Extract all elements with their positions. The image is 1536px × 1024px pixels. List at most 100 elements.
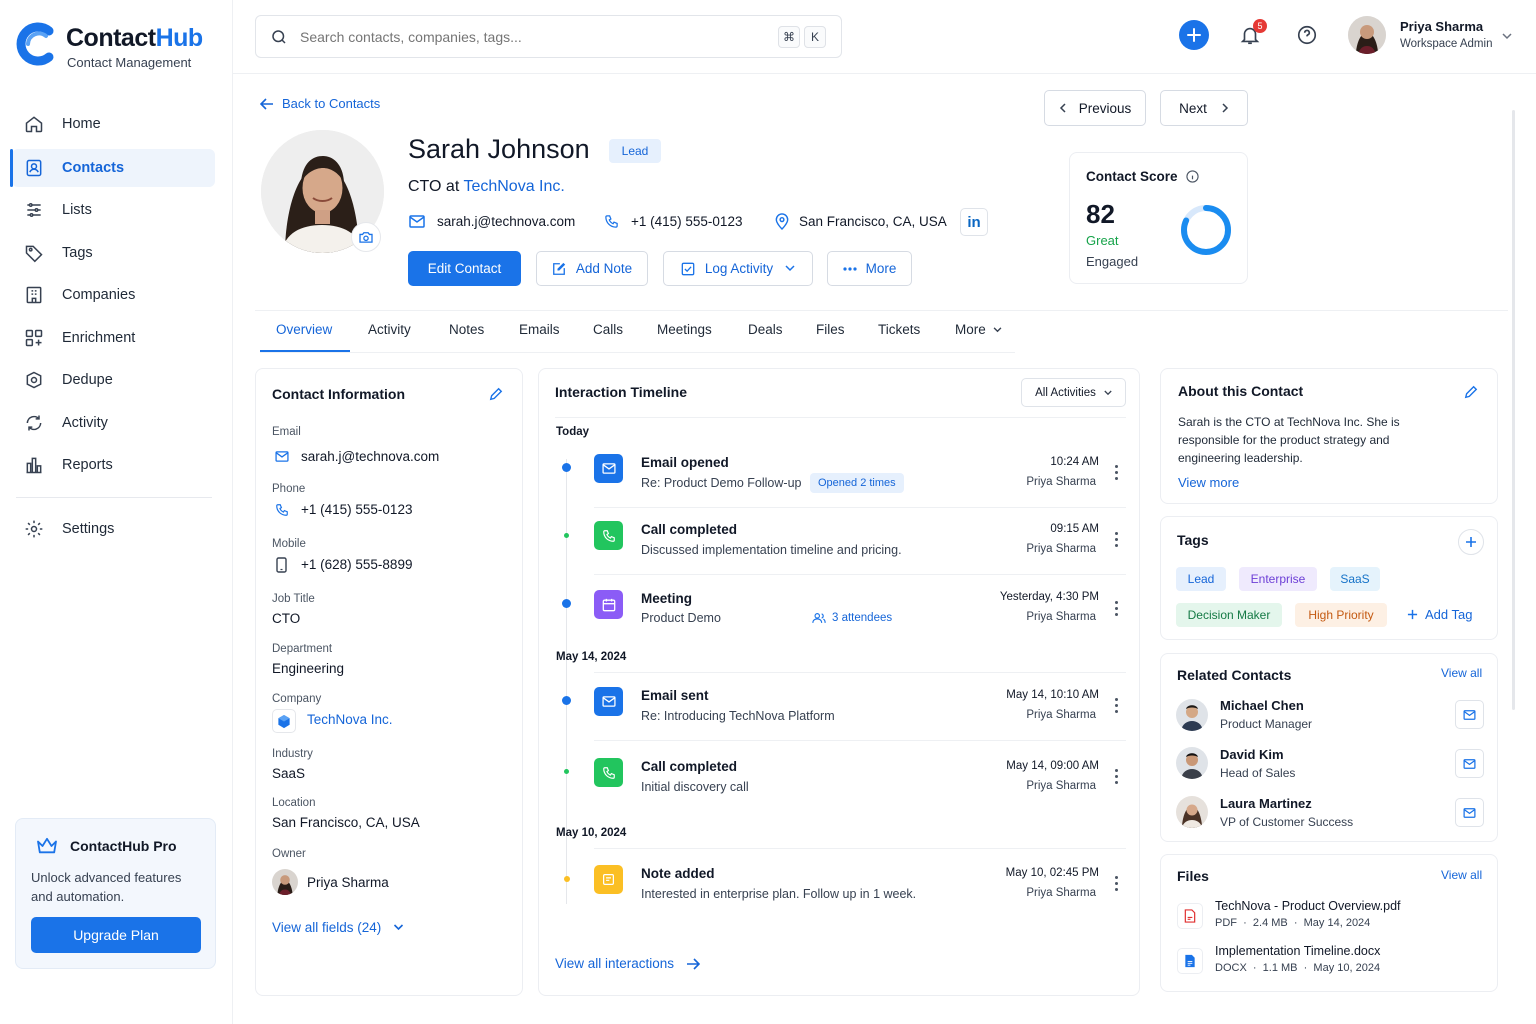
timeline-item-divider (594, 672, 1126, 673)
tab-files[interactable]: Files (816, 322, 845, 337)
view-all-fields-link[interactable]: View all fields (24) (272, 920, 404, 935)
related-contacts-card: Related Contacts View all Michael Chen P… (1160, 653, 1498, 842)
item-menu-icon[interactable] (1115, 876, 1119, 892)
next-button[interactable]: Next (1160, 90, 1248, 126)
upgrade-plan-button[interactable]: Upgrade Plan (31, 917, 201, 953)
tab-emails[interactable]: Emails (519, 322, 560, 337)
item-menu-icon[interactable] (1115, 465, 1119, 481)
add-tag-button[interactable] (1458, 529, 1484, 555)
email-value[interactable]: sarah.j@technova.com (301, 449, 439, 464)
tag-icon (25, 245, 43, 263)
contact-phone[interactable]: +1 (415) 555-0123 (604, 214, 742, 229)
create-button[interactable] (1179, 20, 1209, 50)
view-more-link[interactable]: View more (1178, 475, 1239, 490)
related-avatar (1176, 796, 1208, 828)
timeline-dot (562, 696, 571, 705)
sidebar-item-enrichment[interactable]: Enrichment (12, 319, 215, 357)
sidebar-item-dedupe[interactable]: Dedupe (12, 361, 215, 399)
sidebar-item-reports[interactable]: Reports (12, 446, 215, 484)
related-contact-name[interactable]: David Kim (1220, 747, 1284, 762)
more-actions-button[interactable]: More (827, 251, 912, 286)
tab-calls[interactable]: Calls (593, 322, 623, 337)
activity-filter-select[interactable]: All Activities (1021, 378, 1126, 407)
upgrade-text: Unlock advanced features and automation. (31, 870, 182, 904)
contact-company-link[interactable]: TechNova Inc. (463, 178, 564, 195)
log-activity-button[interactable]: Log Activity (663, 251, 813, 286)
item-menu-icon[interactable] (1115, 698, 1119, 714)
tag-saas[interactable]: SaaS (1330, 567, 1380, 591)
tab-tickets[interactable]: Tickets (878, 322, 920, 337)
view-all-interactions-link[interactable]: View all interactions (555, 956, 701, 971)
item-menu-icon[interactable] (1115, 769, 1119, 785)
back-link-label: Back to Contacts (282, 96, 381, 111)
files-view-all-link[interactable]: View all (1441, 868, 1482, 882)
tag-lead[interactable]: Lead (1176, 567, 1226, 591)
scrollbar[interactable] (1512, 110, 1515, 710)
sidebar-item-activity[interactable]: Activity (12, 404, 215, 442)
pencil-icon[interactable] (489, 387, 503, 401)
item-menu-icon[interactable] (1115, 532, 1119, 548)
item-menu-icon[interactable] (1115, 601, 1119, 617)
tab-activity[interactable]: Activity (368, 322, 411, 337)
file-date: May 14, 2024 (1303, 917, 1371, 929)
tab-deals[interactable]: Deals (748, 322, 783, 337)
sidebar-item-companies[interactable]: Companies (12, 276, 215, 314)
back-link[interactable]: Back to Contacts (260, 96, 380, 111)
sidebar-item-tags[interactable]: Tags (12, 234, 215, 272)
linkedin-icon[interactable]: in (960, 208, 988, 236)
upgrade-card: ContactHub Pro Unlock advanced features … (15, 818, 216, 969)
tab-meetings[interactable]: Meetings (657, 322, 712, 337)
file-size: 1.1 MB (1262, 962, 1298, 974)
email-contact-button[interactable] (1455, 700, 1484, 729)
sidebar-item-contacts[interactable]: Contacts (10, 149, 215, 187)
timeline-item-owner: Priya Sharma (1026, 887, 1096, 899)
timeline-item-time: May 14, 09:00 AM (1006, 760, 1099, 772)
notifications-button[interactable]: 5 (1239, 19, 1267, 48)
job-title-value: CTO (272, 611, 301, 626)
company-logo (272, 709, 296, 733)
score-ring (1181, 205, 1231, 255)
add-tag-link[interactable]: Add Tag (1407, 607, 1472, 622)
mobile-value[interactable]: +1 (628) 555-8899 (301, 557, 412, 572)
tag-high-priority[interactable]: High Priority (1295, 603, 1387, 627)
sidebar-item-home[interactable]: Home (12, 105, 215, 143)
reports-icon (26, 457, 42, 474)
chevron-down-icon[interactable] (1502, 33, 1512, 40)
pencil-icon[interactable] (1464, 385, 1478, 399)
building-icon (26, 286, 42, 304)
user-avatar[interactable] (1348, 16, 1386, 54)
related-contact-name[interactable]: Laura Martinez (1220, 796, 1312, 811)
related-contact-name[interactable]: Michael Chen (1220, 698, 1304, 713)
previous-button[interactable]: Previous (1044, 90, 1146, 126)
tag-enterprise[interactable]: Enterprise (1239, 567, 1317, 591)
files-card: Files View all TechNova - Product Overvi… (1160, 854, 1498, 992)
phone-value[interactable]: +1 (415) 555-0123 (301, 502, 412, 517)
edit-contact-button[interactable]: Edit Contact (408, 251, 521, 286)
sidebar-item-label: Enrichment (62, 330, 136, 346)
tag-decision-maker[interactable]: Decision Maker (1176, 603, 1282, 627)
help-button[interactable] (1296, 24, 1318, 46)
tab-more-label: More (955, 322, 986, 337)
home-icon (25, 116, 43, 133)
search-bar[interactable]: ⌘ K (255, 15, 842, 58)
search-input[interactable] (300, 28, 770, 45)
contact-email-text: sarah.j@technova.com (437, 214, 576, 229)
tab-notes[interactable]: Notes (449, 322, 484, 337)
sidebar-item-settings[interactable]: Settings (12, 510, 215, 548)
file-name[interactable]: TechNova - Product Overview.pdf (1215, 899, 1401, 913)
email-contact-button[interactable] (1455, 798, 1484, 827)
related-view-all-link[interactable]: View all (1441, 666, 1482, 680)
email-contact-button[interactable] (1455, 749, 1484, 778)
tab-overview[interactable]: Overview (276, 322, 332, 337)
sidebar-item-label: Activity (62, 415, 108, 431)
tab-more[interactable]: More (955, 322, 1002, 337)
change-photo-button[interactable] (351, 222, 381, 252)
add-note-button[interactable]: Add Note (536, 251, 648, 286)
contact-email[interactable]: sarah.j@technova.com (409, 214, 575, 229)
file-name[interactable]: Implementation Timeline.docx (1215, 944, 1380, 958)
company-link[interactable]: TechNova Inc. (307, 712, 393, 727)
info-icon[interactable] (1185, 170, 1199, 183)
contact-location: San Francisco, CA, USA (775, 213, 947, 230)
sidebar-item-lists[interactable]: Lists (12, 191, 215, 229)
attendees-link[interactable]: 3 attendees (812, 612, 892, 624)
